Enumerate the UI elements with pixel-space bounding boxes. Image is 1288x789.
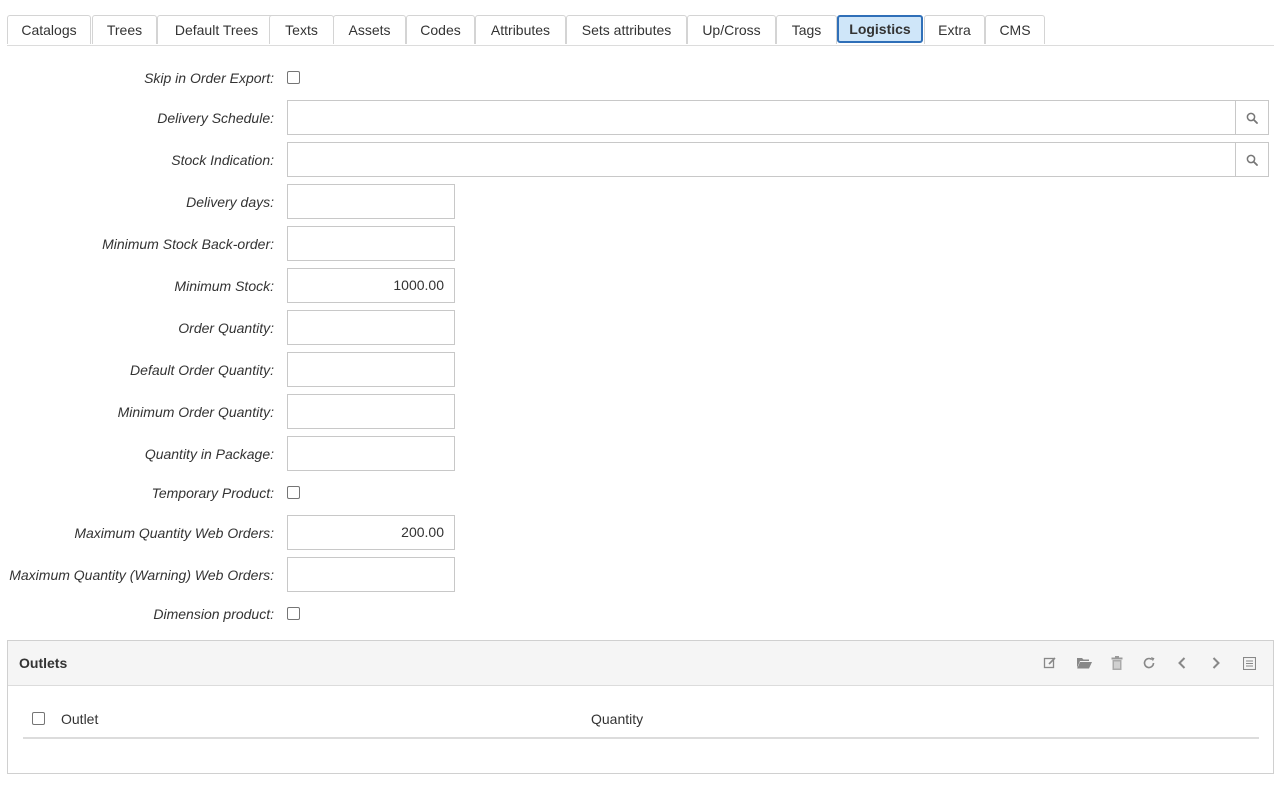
order-quantity-label: Order Quantity: [178, 320, 274, 336]
delivery-schedule-search-button[interactable] [1235, 100, 1269, 135]
temporary-product-checkbox[interactable] [287, 486, 300, 499]
tab-catalogs[interactable]: Catalogs [7, 15, 91, 44]
min-order-quantity-label: Minimum Order Quantity: [117, 404, 274, 420]
quantity-in-package-label: Quantity in Package: [144, 446, 274, 462]
dimension-product-label: Dimension product: [153, 606, 274, 622]
min-stock-label: Minimum Stock: [174, 278, 274, 294]
default-order-quantity-input[interactable] [287, 352, 455, 387]
list-icon[interactable] [1240, 654, 1258, 672]
tab-trees[interactable]: Trees [92, 15, 157, 44]
chevron-right-icon[interactable] [1207, 654, 1225, 672]
tab-tags[interactable]: Tags [776, 15, 837, 44]
tab-codes[interactable]: Codes [406, 15, 475, 44]
order-quantity-input[interactable] [287, 310, 455, 345]
trash-icon[interactable] [1108, 654, 1126, 672]
min-stock-backorder-label: Minimum Stock Back-order: [102, 236, 274, 252]
refresh-icon[interactable] [1140, 654, 1158, 672]
outlets-panel-header: Outlets [8, 641, 1273, 686]
tab-extra[interactable]: Extra [924, 15, 985, 44]
max-qty-warning-web-orders-label: Maximum Quantity (Warning) Web Orders: [9, 567, 274, 583]
quantity-column-header[interactable]: Quantity [591, 711, 643, 727]
default-order-quantity-label: Default Order Quantity: [130, 362, 274, 378]
skip-order-export-label: Skip in Order Export: [144, 70, 274, 86]
tab-up-cross[interactable]: Up/Cross [687, 15, 776, 44]
edit-icon[interactable] [1041, 654, 1059, 672]
delivery-days-label: Delivery days: [186, 194, 274, 210]
max-qty-warning-web-orders-input[interactable] [287, 557, 455, 592]
min-stock-input[interactable]: 1000.00 [287, 268, 455, 303]
max-qty-web-orders-input[interactable]: 200.00 [287, 515, 455, 550]
delivery-days-input[interactable] [287, 184, 455, 219]
tab-default-trees[interactable]: Default Trees [157, 15, 276, 44]
stock-indication-input[interactable] [287, 142, 1237, 177]
chevron-left-icon[interactable] [1173, 654, 1191, 672]
stock-indication-label: Stock Indication: [171, 152, 274, 168]
tab-texts[interactable]: Texts [269, 15, 334, 44]
search-icon [1246, 112, 1258, 124]
tab-logistics[interactable]: Logistics [837, 15, 923, 43]
max-qty-web-orders-label: Maximum Quantity Web Orders: [74, 525, 274, 541]
select-all-checkbox[interactable] [32, 712, 45, 725]
outlet-column-header[interactable]: Outlet [61, 711, 98, 727]
tab-assets[interactable]: Assets [333, 15, 406, 44]
search-icon [1246, 154, 1258, 166]
outlets-panel: Outlets Outlet Quantity [7, 640, 1274, 774]
skip-order-export-checkbox[interactable] [287, 71, 300, 84]
quantity-in-package-input[interactable] [287, 436, 455, 471]
tab-bar: Catalogs Trees Default Trees Texts Asset… [7, 15, 1274, 46]
stock-indication-search-button[interactable] [1235, 142, 1269, 177]
min-stock-backorder-input[interactable] [287, 226, 455, 261]
folder-open-icon[interactable] [1075, 654, 1093, 672]
tab-sets-attributes[interactable]: Sets attributes [566, 15, 687, 44]
tab-attributes[interactable]: Attributes [475, 15, 566, 44]
temporary-product-label: Temporary Product: [151, 485, 274, 501]
header-divider [23, 737, 1259, 739]
delivery-schedule-label: Delivery Schedule: [157, 110, 274, 126]
dimension-product-checkbox[interactable] [287, 607, 300, 620]
delivery-schedule-input[interactable] [287, 100, 1237, 135]
outlets-panel-title: Outlets [19, 655, 68, 671]
tab-cms[interactable]: CMS [985, 15, 1045, 44]
min-order-quantity-input[interactable] [287, 394, 455, 429]
